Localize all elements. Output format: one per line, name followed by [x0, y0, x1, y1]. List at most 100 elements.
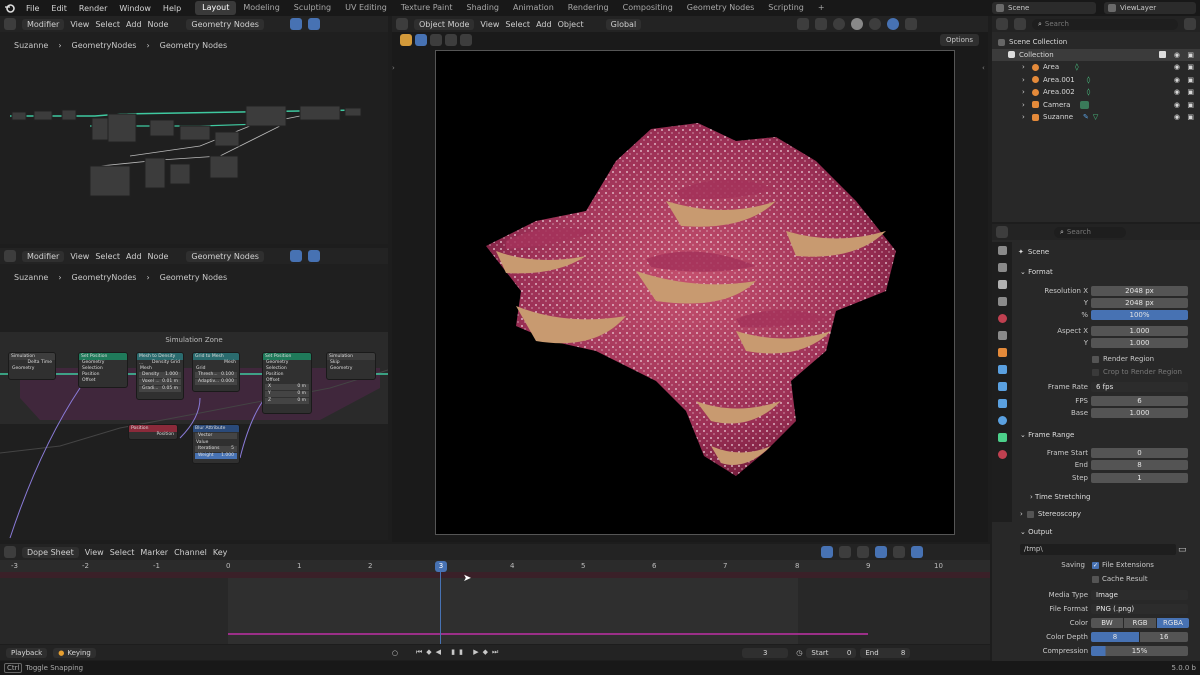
object-tab-icon[interactable]: [997, 348, 1007, 357]
tab-uv-editing[interactable]: UV Editing: [338, 1, 394, 15]
tab-layout[interactable]: Layout: [195, 1, 237, 15]
position-node[interactable]: Position Position: [128, 424, 178, 440]
outliner[interactable]: ⌕ Search Scene Collection Collection ◉ ▣…: [992, 16, 1200, 222]
visibility-icon[interactable]: [797, 18, 810, 30]
node-tree-selector-2[interactable]: Geometry Nodes: [186, 250, 264, 262]
add-workspace-icon[interactable]: +: [811, 1, 832, 15]
frame-start-field[interactable]: 0: [1091, 448, 1188, 458]
scene-selector[interactable]: Scene: [992, 2, 1096, 14]
breadcrumb-modifier[interactable]: GeometryNodes: [72, 41, 137, 50]
grid-to-mesh-node[interactable]: Grid to Mesh Mesh Grid Thresh... 0.100 Ad…: [192, 352, 240, 392]
frame-end-field[interactable]: 8: [1091, 460, 1188, 470]
dopesheet-menu-view[interactable]: View: [85, 548, 104, 557]
blender-logo-icon[interactable]: [3, 1, 17, 15]
tab-texture-paint[interactable]: Texture Paint: [394, 1, 460, 15]
properties-search-input[interactable]: ⌕ Search: [1054, 226, 1126, 238]
file-format-dropdown[interactable]: PNG (.png): [1091, 604, 1188, 614]
modifier-tab-icon[interactable]: [997, 365, 1007, 374]
node-editor-top[interactable]: Modifier View Select Add Node Geometry N…: [0, 16, 388, 244]
stereoscopy-checkbox[interactable]: [1026, 510, 1034, 518]
simulation-output-node[interactable]: Simulation Skip Geometry: [326, 352, 376, 380]
breadcrumb-object-2[interactable]: Suzanne: [14, 273, 48, 282]
playback-controls[interactable]: ⏮◆◀ ▮▮ ▶◆⏭: [416, 648, 502, 657]
render-tab-icon[interactable]: [997, 263, 1007, 272]
tool-select-icon[interactable]: [400, 34, 412, 46]
node-tree-selector[interactable]: Geometry Nodes: [186, 18, 264, 30]
eye-icon[interactable]: ◉: [1174, 101, 1180, 109]
overlay-icon[interactable]: [815, 18, 828, 30]
camera-render-icon[interactable]: ▣: [1187, 51, 1194, 59]
menu-view-2[interactable]: View: [70, 252, 89, 261]
outliner-item-area-001[interactable]: › Area.001 ◊ ◉ ▣: [998, 74, 1200, 87]
sidebar-expand-icon[interactable]: ‹: [982, 64, 985, 72]
select-extend-icon[interactable]: [430, 34, 442, 46]
dopesheet-mode-dropdown[interactable]: Dope Sheet: [22, 546, 79, 558]
breadcrumb-tree-2[interactable]: Geometry Nodes: [160, 273, 227, 282]
overlay-toggle-icon-2[interactable]: [289, 250, 302, 262]
camera-render-icon[interactable]: ▣: [1187, 76, 1194, 84]
properties-editor-type-icon[interactable]: [996, 226, 1008, 238]
fps-field[interactable]: 6: [1091, 396, 1188, 406]
viewport-menu-object[interactable]: Object: [558, 20, 584, 29]
eye-icon[interactable]: ◉: [1174, 51, 1180, 59]
outliner-item-suzanne[interactable]: › Suzanne ✎ ▽ ◉ ▣: [998, 111, 1200, 124]
rendered-shading-icon[interactable]: [887, 18, 900, 30]
menu-help[interactable]: Help: [157, 4, 187, 13]
light-data-icon[interactable]: ◊: [1087, 76, 1090, 84]
color-depth-16-button[interactable]: 16: [1140, 632, 1188, 642]
proportional-icon[interactable]: [893, 546, 906, 558]
camera-data-icon[interactable]: [1080, 100, 1090, 109]
menu-node-2[interactable]: Node: [148, 252, 169, 261]
dopesheet-menu-key[interactable]: Key: [213, 548, 228, 557]
outliner-editor-type-icon[interactable]: [996, 18, 1008, 30]
frame-range-panel-header[interactable]: ⌄ Frame Range: [1020, 431, 1074, 439]
viewport-menu-view[interactable]: View: [480, 20, 499, 29]
object-mode-dropdown[interactable]: Object Mode: [414, 18, 475, 30]
set-position-node-2[interactable]: Set Position Geometry Selection Position…: [262, 352, 312, 414]
camera-render-icon[interactable]: ▣: [1187, 101, 1194, 109]
viewport-menu-select[interactable]: Select: [505, 20, 530, 29]
compression-slider[interactable]: 15%: [1091, 646, 1188, 656]
dopesheet-editor-type-icon[interactable]: [4, 546, 16, 558]
tab-geometry-nodes[interactable]: Geometry Nodes: [680, 1, 761, 15]
breadcrumb-object[interactable]: Suzanne: [14, 41, 48, 50]
modifier-wrench-icon[interactable]: ✎: [1083, 113, 1089, 121]
aspect-x-field[interactable]: 1.000: [1091, 326, 1188, 336]
render-region-checkbox[interactable]: Render Region: [1092, 355, 1154, 363]
menu-render[interactable]: Render: [73, 4, 113, 13]
simulation-input-node[interactable]: Simulation Delta Time Geometry: [8, 352, 56, 380]
material-shading-icon[interactable]: [869, 18, 882, 30]
3d-viewport[interactable]: Object Mode View Select Add Object Globa…: [392, 16, 988, 542]
camera-render-icon[interactable]: ▣: [1187, 113, 1194, 121]
start-frame-field[interactable]: Start 0: [806, 647, 857, 658]
color-bw-button[interactable]: BW: [1091, 618, 1123, 628]
resolution-y-field[interactable]: 2048 px: [1091, 298, 1188, 308]
menu-select-2[interactable]: Select: [95, 252, 120, 261]
outliner-search-input[interactable]: ⌕ Search: [1032, 18, 1178, 30]
snapping-icon[interactable]: [875, 546, 888, 558]
data-tab-icon[interactable]: [997, 433, 1007, 442]
tab-scripting[interactable]: Scripting: [761, 1, 811, 15]
aspect-y-field[interactable]: 1.000: [1091, 338, 1188, 348]
color-rgb-button[interactable]: RGB: [1124, 618, 1156, 628]
eye-icon[interactable]: ◉: [1174, 113, 1180, 121]
mesh-data-icon[interactable]: ▽: [1093, 113, 1098, 121]
auto-keying-icon[interactable]: [911, 546, 924, 558]
tab-compositing[interactable]: Compositing: [616, 1, 680, 15]
camera-render-icon[interactable]: ▣: [1187, 88, 1194, 96]
dopesheet-menu-select[interactable]: Select: [110, 548, 135, 557]
editor-type-icon-2[interactable]: [4, 250, 16, 262]
current-frame-field[interactable]: 3: [742, 647, 789, 658]
end-frame-field[interactable]: End 8: [860, 647, 911, 658]
outliner-filter-icon[interactable]: [1014, 18, 1026, 30]
collection-row[interactable]: Collection ◉ ▣: [992, 48, 1200, 61]
node-editor-bottom[interactable]: Modifier View Select Add Node Geometry N…: [0, 248, 388, 540]
light-data-icon[interactable]: ◊: [1087, 88, 1090, 96]
scene-collection-row[interactable]: Scene Collection: [998, 36, 1200, 49]
filter-icon[interactable]: [857, 546, 870, 558]
tab-shading[interactable]: Shading: [459, 1, 506, 15]
editor-type-icon[interactable]: [4, 18, 16, 30]
only-selected-icon[interactable]: [821, 546, 834, 558]
media-type-dropdown[interactable]: Image: [1091, 590, 1188, 600]
toolbar-expand-icon[interactable]: ›: [392, 64, 395, 72]
